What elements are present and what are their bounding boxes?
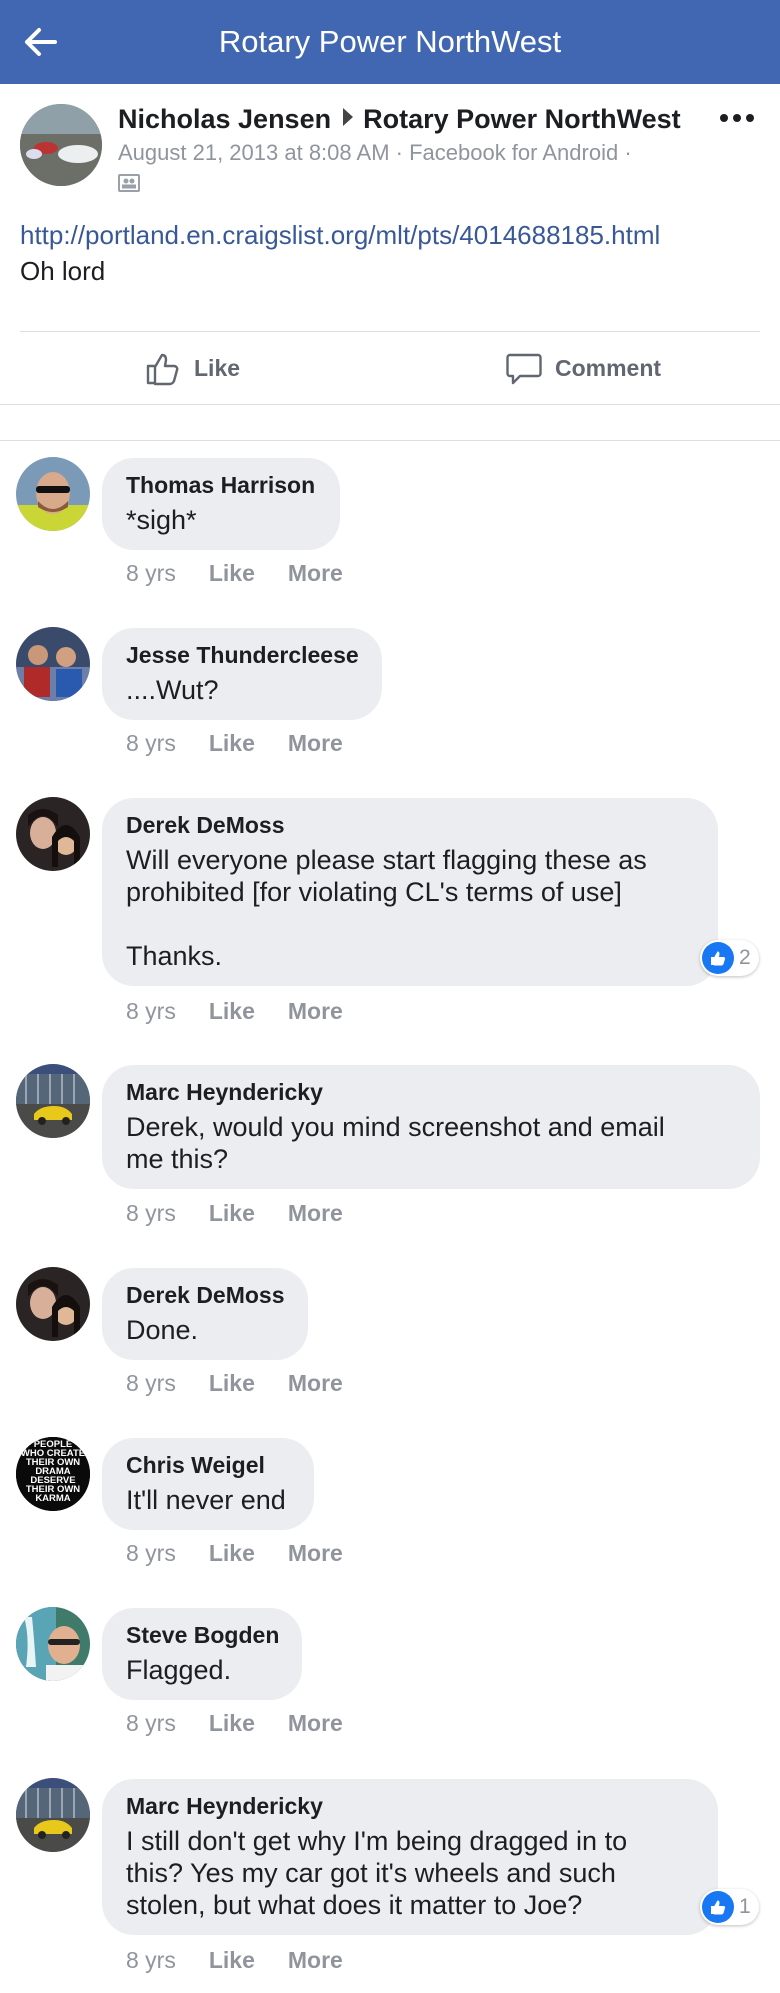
comment-text: It'll never end <box>126 1485 286 1515</box>
comment-author[interactable]: Marc Heyndericky <box>126 1077 736 1107</box>
comment-author[interactable]: Derek DeMoss <box>126 1280 285 1310</box>
comment-like-button[interactable]: Like <box>209 560 255 587</box>
top-bar: Rotary Power NorthWest <box>0 0 780 84</box>
comment-text: Flagged. <box>126 1655 232 1685</box>
comment-bubble: Steve Bogden Flagged. <box>102 1608 302 1700</box>
reaction-count: 1 <box>739 1895 751 1918</box>
comment-bubble: Derek DeMoss Done. <box>102 1268 308 1360</box>
comment-like-button[interactable]: Like <box>209 1947 255 1974</box>
thumbs-up-icon <box>146 353 179 386</box>
comment-age[interactable]: 8 yrs <box>126 1947 176 1974</box>
comment-actions: 8 yrs Like More <box>126 1710 343 1737</box>
comment-author[interactable]: Steve Bogden <box>126 1620 279 1650</box>
commenter-avatar[interactable]: PEOPLE WHO CREATE THEIR OWN DRAMA DESERV… <box>16 1437 90 1511</box>
comment-author[interactable]: Derek DeMoss <box>126 810 694 840</box>
comment-like-button[interactable]: Like <box>209 1710 255 1737</box>
comment-text: Done. <box>126 1315 199 1345</box>
reaction-count: 2 <box>739 946 751 969</box>
post-link[interactable]: http://portland.en.craigslist.org/mlt/pt… <box>20 220 660 251</box>
dot <box>720 114 728 122</box>
comment-icon <box>506 353 542 385</box>
comment-more-button[interactable]: More <box>288 1200 343 1227</box>
comment-bubble: Jesse Thundercleese ....Wut? <box>102 628 382 720</box>
dot <box>746 114 754 122</box>
comment-age[interactable]: 8 yrs <box>126 1370 176 1397</box>
post-author-line: Nicholas Jensen Rotary Power NorthWest <box>118 104 681 135</box>
page-title: Rotary Power NorthWest <box>218 24 562 59</box>
comment-actions: 8 yrs Like More <box>126 560 343 587</box>
author-name[interactable]: Nicholas Jensen <box>118 104 331 134</box>
comments-divider <box>0 440 780 441</box>
comment-more-button[interactable]: More <box>288 1947 343 1974</box>
comment-actions: 8 yrs Like More <box>126 1540 343 1567</box>
comment-bubble: Chris Weigel It'll never end <box>102 1438 314 1530</box>
comment-more-button[interactable]: More <box>288 730 343 757</box>
comment-like-button[interactable]: Like <box>209 730 255 757</box>
comment-author[interactable]: Jesse Thundercleese <box>126 640 359 670</box>
comment-more-button[interactable]: More <box>288 1540 343 1567</box>
like-label: Like <box>194 354 241 381</box>
commenter-avatar[interactable] <box>16 457 90 531</box>
group-name[interactable]: Rotary Power NorthWest <box>363 104 681 134</box>
comment-bubble: Thomas Harrison *sigh* <box>102 458 340 550</box>
comment-like-button[interactable]: Like <box>209 1370 255 1397</box>
like-reaction-icon <box>702 942 734 974</box>
commenter-avatar[interactable] <box>16 1607 90 1681</box>
like-button[interactable]: Like <box>144 346 240 390</box>
audience-icon <box>118 174 140 192</box>
comment-more-button[interactable]: More <box>288 560 343 587</box>
comment-author[interactable]: Chris Weigel <box>126 1450 290 1480</box>
comment-text: Derek, would you mind screenshot and ema… <box>126 1112 665 1174</box>
post-timestamp[interactable]: August 21, 2013 at 8:08 AM · Facebook fo… <box>118 140 632 166</box>
comment-more-button[interactable]: More <box>288 998 343 1025</box>
comment-bubble: Derek DeMoss Will everyone please start … <box>102 798 718 986</box>
quote-avatar: PEOPLE WHO CREATE THEIR OWN DRAMA DESERV… <box>16 1437 90 1511</box>
like-reaction-icon <box>702 1891 734 1923</box>
comment-actions: 8 yrs Like More <box>126 1200 343 1227</box>
comment-bubble: Marc Heyndericky I still don't get why I… <box>102 1779 718 1935</box>
post-text: Oh lord <box>20 256 106 286</box>
comment-author[interactable]: Marc Heyndericky <box>126 1791 694 1821</box>
comment-actions: 8 yrs Like More <box>126 998 343 1025</box>
author-avatar[interactable] <box>20 104 102 186</box>
comment-like-button[interactable]: Like <box>209 998 255 1025</box>
comment-like-button[interactable]: Like <box>209 1200 255 1227</box>
dot <box>733 114 741 122</box>
comment-actions: 8 yrs Like More <box>126 1370 343 1397</box>
comment-actions: 8 yrs Like More <box>126 1947 343 1974</box>
comment-text: Will everyone please start flagging thes… <box>126 845 647 971</box>
reaction-count-badge[interactable]: 1 <box>700 1889 759 1925</box>
comment-like-button[interactable]: Like <box>209 1540 255 1567</box>
comment-actions: 8 yrs Like More <box>126 730 343 757</box>
comment-more-button[interactable]: More <box>288 1370 343 1397</box>
comment-age[interactable]: 8 yrs <box>126 998 176 1025</box>
avatar-quote-line: KARMA <box>35 1493 70 1504</box>
comment-bubble: Marc Heyndericky Derek, would you mind s… <box>102 1065 760 1189</box>
triangle-right-icon <box>343 108 354 126</box>
commenter-avatar[interactable] <box>16 627 90 701</box>
commenter-avatar[interactable] <box>16 1267 90 1341</box>
more-options-button[interactable] <box>720 114 754 122</box>
comment-age[interactable]: 8 yrs <box>126 1540 176 1567</box>
reaction-count-badge[interactable]: 2 <box>700 940 759 976</box>
comment-age[interactable]: 8 yrs <box>126 1710 176 1737</box>
comment-text: I still don't get why I'm being dragged … <box>126 1826 628 1920</box>
comment-text: *sigh* <box>126 505 197 535</box>
comment-button[interactable]: Comment <box>505 346 661 390</box>
comment-text: ....Wut? <box>126 675 219 705</box>
post-divider-top <box>20 331 760 332</box>
comment-label: Comment <box>555 354 662 381</box>
comment-age[interactable]: 8 yrs <box>126 730 176 757</box>
post-divider-bottom <box>0 404 780 405</box>
comment-age[interactable]: 8 yrs <box>126 560 176 587</box>
comment-author[interactable]: Thomas Harrison <box>126 470 316 500</box>
commenter-avatar[interactable] <box>16 797 90 871</box>
comment-more-button[interactable]: More <box>288 1710 343 1737</box>
commenter-avatar[interactable] <box>16 1064 90 1138</box>
commenter-avatar[interactable] <box>16 1778 90 1852</box>
comment-age[interactable]: 8 yrs <box>126 1200 176 1227</box>
